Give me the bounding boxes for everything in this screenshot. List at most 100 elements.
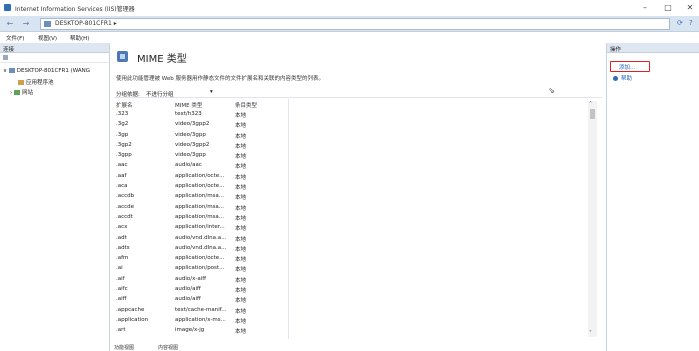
tree-server-label: DESKTOP-801CFR1 (WANG [16, 68, 91, 74]
highlight-box [610, 61, 650, 72]
connections-header: 连接 [0, 43, 109, 53]
cell-extension: .3gp2 [116, 141, 132, 148]
server-icon [8, 68, 15, 73]
cell-mime-type: application/inter... [175, 224, 225, 231]
cell-extension: .aac [116, 162, 128, 169]
cell-extension: .aifc [116, 286, 128, 293]
vertical-scrollbar[interactable]: ˄ ˅ [588, 101, 597, 337]
menu-view[interactable]: 视图(V) [38, 34, 57, 42]
table-row[interactable]: .3gp2 video/3gpp2 本地 [114, 140, 601, 150]
table-row[interactable]: .3gp video/3gpp 本地 [114, 130, 601, 140]
window-title: Internet Information Services (IIS)管理器 [15, 6, 135, 13]
table-row[interactable]: .aaf application/octe... 本地 [114, 171, 601, 181]
group-select[interactable]: 不进行分组 [146, 90, 174, 98]
table-row[interactable]: .application application/x-ms... 本地 [114, 315, 601, 325]
cell-mime-type: application/octe... [175, 172, 225, 179]
table-row[interactable]: .aif audio/x-aiff 本地 [114, 274, 601, 284]
cell-extension: .323 [116, 111, 129, 117]
table-row[interactable]: .adts audio/vnd.dlna.a... 本地 [114, 243, 601, 253]
main-panel: MIME 类型 使用此功能管理被 Web 服务器用作静态文件的文件扩展名和关联的… [112, 43, 605, 351]
cell-mime-type: video/3gpp [175, 152, 206, 159]
table-row[interactable]: .aifc audio/aiff 本地 [114, 284, 601, 294]
cell-mime-type: audio/x-aiff [175, 275, 207, 282]
table-row[interactable]: .323 text/h323 本地 [114, 109, 601, 119]
cell-extension: .aif [116, 275, 125, 282]
table-row[interactable]: .afm application/octe... 本地 [114, 253, 601, 263]
maximize-button[interactable]: □ [661, 3, 675, 12]
column-header-extension[interactable]: 扩展名 [116, 101, 133, 109]
table-row[interactable]: .aac audio/aac 本地 [114, 160, 601, 170]
table-row[interactable]: .accdb application/msa... 本地 [114, 191, 601, 201]
tab-features-view[interactable]: 功能视图 [112, 344, 136, 351]
cell-extension: .adts [116, 244, 130, 251]
cell-mime-type: audio/aac [175, 162, 202, 169]
title-bar: Internet Information Services (IIS)管理器 –… [0, 0, 699, 16]
cell-entry-type: 本地 [235, 123, 247, 130]
column-header-mime-type[interactable]: MIME 类型 [175, 101, 202, 109]
cell-mime-type: application/octe... [175, 183, 225, 190]
column-header-entry-type[interactable]: 条目类型 [235, 101, 257, 109]
tree-server[interactable]: ∨ DESKTOP-801CFR1 (WANG [3, 68, 90, 74]
back-icon[interactable]: ← [4, 19, 16, 29]
table-header: 扩展名 MIME 类型 条目类型 [114, 99, 601, 109]
help-icon[interactable]: ? [689, 19, 693, 27]
scroll-up-icon[interactable]: ˄ [589, 101, 592, 108]
view-tabs: 功能视图 内容视图 [112, 343, 605, 351]
mime-table: 扩展名 MIME 类型 条目类型 .323 text/h323 本地 .3g2 vide… [114, 99, 601, 339]
cell-mime-type: application/post... [175, 265, 225, 272]
tree-sites-label: 网站 [21, 90, 33, 96]
cell-entry-type: 本地 [235, 329, 247, 336]
cell-extension: .aca [116, 183, 128, 190]
table-row[interactable]: .art image/x-jg 本地 [114, 325, 601, 335]
help-action[interactable]: 帮助 [613, 74, 632, 82]
table-row[interactable]: .aca application/octe... 本地 [114, 181, 601, 191]
page-title: MIME 类型 [137, 54, 187, 65]
scroll-thumb[interactable] [590, 109, 595, 119]
cell-mime-type: audio/aiff [175, 296, 201, 303]
cell-mime-type: text/cache-manif... [175, 306, 227, 313]
cell-entry-type: 本地 [235, 215, 247, 222]
dropdown-arrow-icon[interactable]: ▾ [210, 89, 213, 95]
cell-entry-type: 本地 [235, 164, 247, 171]
cell-mime-type: video/3gpp2 [175, 141, 210, 148]
cell-mime-type: application/msa... [175, 203, 225, 210]
table-row[interactable]: .adt audio/vnd.dlna.a... 本地 [114, 233, 601, 243]
refresh-icon[interactable]: ⟳ [677, 19, 683, 27]
table-row[interactable]: .accdt application/msa... 本地 [114, 212, 601, 222]
cell-extension: .aiff [116, 296, 127, 303]
cell-extension: .3gp [116, 131, 129, 138]
table-row[interactable]: .appcache text/cache-manif... 本地 [114, 305, 601, 315]
cell-entry-type: 本地 [235, 298, 247, 305]
cell-extension: .accdt [116, 213, 133, 220]
cell-entry-type: 本地 [235, 257, 247, 264]
tab-content-view[interactable]: 内容视图 [156, 344, 180, 351]
connect-icon[interactable] [3, 55, 8, 60]
cell-entry-type: 本地 [235, 174, 247, 181]
scroll-down-icon[interactable]: ˅ [589, 330, 592, 337]
cell-mime-type: application/msa... [175, 193, 225, 200]
menu-file[interactable]: 文件(F) [6, 34, 24, 42]
tree-app-pools[interactable]: 应用程序池 [18, 78, 54, 86]
group-bar: 分组依据: 不进行分组 ▾ [114, 88, 602, 98]
server-icon [44, 21, 51, 27]
close-button[interactable]: ✕ [683, 3, 697, 12]
menu-help[interactable]: 帮助(H) [70, 34, 89, 42]
table-row[interactable]: .3g2 video/3gpp2 本地 [114, 119, 601, 129]
tree-sites[interactable]: › 网站 [10, 88, 33, 96]
forward-icon[interactable]: → [20, 19, 32, 29]
table-row[interactable]: .3gpp video/3gpp 本地 [114, 150, 601, 160]
table-row[interactable]: .aiff audio/aiff 本地 [114, 294, 601, 304]
cell-entry-type: 本地 [235, 154, 247, 161]
mime-types-icon [117, 51, 128, 62]
cell-extension: .acx [116, 224, 128, 231]
cell-mime-type: audio/aiff [175, 286, 201, 293]
table-row[interactable]: .ai application/post... 本地 [114, 263, 601, 273]
connections-pane: 连接 ∨ DESKTOP-801CFR1 (WANG 应用程序池 › 网站 [0, 43, 110, 351]
cell-mime-type: video/3gpp2 [175, 121, 210, 128]
cell-extension: .afm [116, 255, 129, 262]
table-row[interactable]: .acx application/inter... 本地 [114, 222, 601, 232]
help-icon [613, 76, 618, 81]
address-box[interactable]: DESKTOP-801CFR1 ▸ [40, 18, 670, 30]
minimize-button[interactable]: – [638, 3, 652, 12]
table-row[interactable]: .accde application/msa... 本地 [114, 202, 601, 212]
